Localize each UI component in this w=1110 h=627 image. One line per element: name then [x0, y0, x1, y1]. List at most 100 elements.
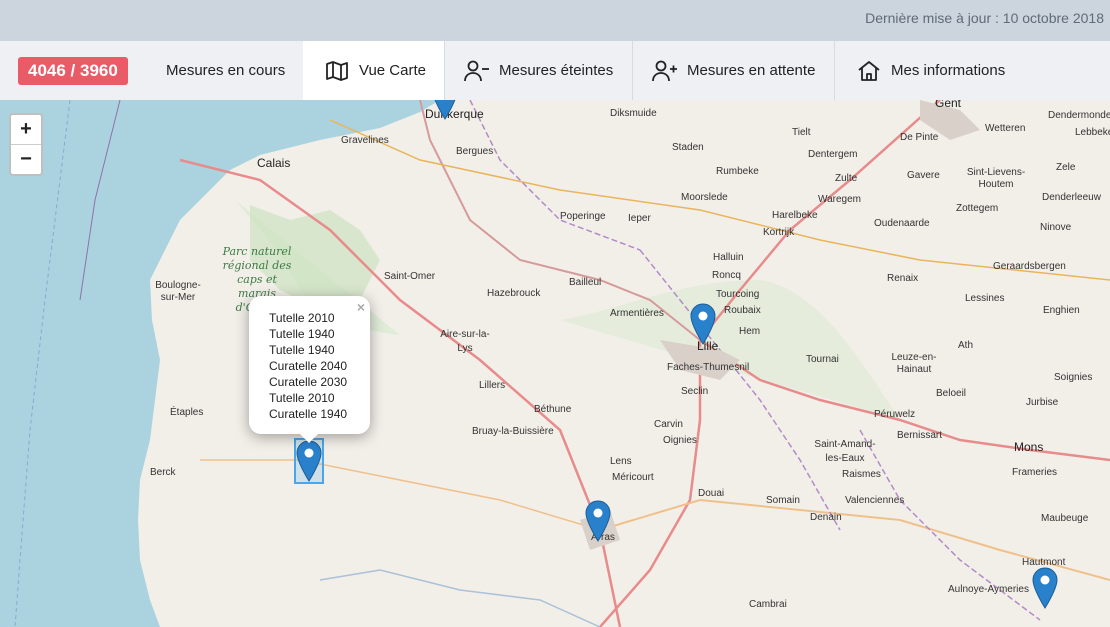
map-marker-icon[interactable]: [1032, 567, 1058, 609]
map-marker-icon[interactable]: [690, 303, 716, 345]
popup-measure-item: Tutelle 2010: [269, 391, 335, 405]
place-label: Douai: [698, 488, 725, 499]
place-label: Dendermonde: [1048, 110, 1110, 121]
place-label: Sint-Lievens-Houtem: [966, 167, 1026, 190]
place-label: Staden: [672, 142, 704, 153]
top-bar: Dernière mise à jour : 10 octobre 2018: [0, 0, 1110, 41]
place-label: Waregem: [818, 194, 861, 205]
map-marker-icon[interactable]: [432, 100, 458, 120]
map-icon: [323, 57, 351, 85]
tab-label: Mesures éteintes: [499, 62, 614, 79]
popup-tip: [299, 433, 319, 443]
place-label: Renaix: [887, 273, 919, 284]
place-label: Dentergem: [808, 149, 858, 160]
tab-mesures-en-attente[interactable]: Mesures en attente: [632, 41, 834, 100]
tab-mes-informations[interactable]: Mes informations: [834, 41, 1022, 100]
place-label: Méricourt: [612, 472, 654, 483]
map-view[interactable]: + − Dunkerque Gravelines Calais Bergues …: [0, 100, 1110, 627]
popup-measure-item: Tutelle 2010: [269, 311, 335, 325]
place-label: Roncq: [712, 270, 741, 281]
place-label: Ieper: [628, 213, 651, 224]
place-label: Aulnoye-Aymeries: [948, 584, 1029, 595]
last-update-text: Dernière mise à jour : 10 octobre 2018: [865, 10, 1104, 26]
place-label: Bruay-la-Buissière: [472, 426, 554, 437]
place-label: Gravelines: [341, 135, 389, 146]
place-label: Ath: [958, 340, 974, 351]
place-label: Calais: [257, 156, 291, 170]
place-label: Saint-Omer: [384, 271, 436, 282]
popup-measure-item: Tutelle 1940: [269, 327, 335, 341]
place-label: Tielt: [792, 127, 811, 138]
place-label: Boulogne-sur-Mer: [155, 280, 201, 303]
place-label: Diksmuide: [610, 108, 657, 119]
place-label: Valenciennes: [845, 495, 905, 506]
place-label: Lessines: [965, 293, 1005, 304]
place-label: Jurbise: [1026, 397, 1059, 408]
place-label: Wetteren: [985, 123, 1026, 134]
navigation-bar: 4046 / 3960 Mesures en cours Vue Carte M…: [0, 41, 1110, 100]
place-label: Leuze-en-Hainaut: [891, 352, 937, 375]
place-label: Beloeil: [936, 388, 967, 399]
place-label: Gavere: [907, 170, 940, 181]
place-label: Geraardsbergen: [993, 261, 1066, 272]
popup-measure-list: Tutelle 2010 Tutelle 1940 Tutelle 1940 C…: [249, 296, 370, 422]
place-label: Armentières: [610, 308, 664, 319]
popup-close-icon[interactable]: ×: [357, 299, 365, 315]
place-label: Kortrijk: [763, 227, 795, 238]
zoom-out-button[interactable]: −: [11, 144, 41, 174]
place-label: Bailleul: [569, 277, 602, 288]
tab-vue-carte[interactable]: Vue Carte: [303, 41, 444, 100]
place-label: Berck: [150, 467, 176, 478]
place-label: Lillers: [479, 380, 506, 391]
user-plus-icon: [651, 57, 679, 85]
tab-mesures-eteintes[interactable]: Mesures éteintes: [444, 41, 632, 100]
place-label: Carvin: [654, 419, 683, 430]
home-icon: [855, 57, 883, 85]
place-label: Denain: [810, 512, 842, 523]
zoom-in-button[interactable]: +: [11, 115, 41, 144]
tab-mesures-en-cours[interactable]: Mesures en cours: [148, 41, 303, 100]
popup-measure-item: Curatelle 2040: [269, 359, 348, 373]
tab-label: Mesures en attente: [687, 62, 816, 79]
place-label: Aire-sur-la-Lys: [440, 329, 490, 354]
map-marker-icon[interactable]: [585, 500, 611, 542]
place-label: Oignies: [663, 435, 697, 446]
place-label: De Pinte: [900, 132, 939, 143]
popup-measure-item: Tutelle 1940: [269, 343, 335, 357]
place-label: Bernissart: [897, 430, 943, 441]
place-label: Mons: [1014, 440, 1044, 454]
tab-label: Mes informations: [891, 62, 1006, 79]
place-label: Soignies: [1054, 372, 1093, 383]
place-label: Roubaix: [724, 305, 761, 316]
place-label: Oudenaarde: [874, 218, 930, 229]
place-label: Denderleeuw: [1042, 192, 1101, 203]
place-label: Hazebrouck: [487, 288, 541, 299]
place-label: Gent: [935, 100, 962, 110]
place-label: Tournai: [806, 354, 839, 365]
selected-map-marker-icon[interactable]: [296, 440, 322, 482]
place-label: Faches-Thumesnil: [667, 362, 750, 373]
place-label: Enghien: [1043, 305, 1080, 316]
place-label: Ninove: [1040, 222, 1072, 233]
tab-label: Vue Carte: [359, 62, 426, 79]
user-minus-icon: [463, 57, 491, 85]
place-label: Étaples: [170, 407, 204, 418]
marker-popup: × Tutelle 2010 Tutelle 1940 Tutelle 1940…: [249, 296, 370, 443]
place-label: Moorslede: [681, 192, 728, 203]
place-label: Hem: [739, 326, 761, 337]
place-label: Béthune: [534, 404, 572, 415]
zoom-control: + −: [9, 113, 43, 176]
place-label: Poperinge: [560, 211, 606, 222]
place-label: Lebbeke: [1075, 127, 1110, 138]
popup-measure-item: Curatelle 2030: [269, 375, 348, 389]
measures-counter-badge: 4046 / 3960: [18, 57, 128, 85]
place-label: Rumbeke: [716, 166, 759, 177]
place-label: Raismes: [842, 469, 881, 480]
place-label: Zottegem: [956, 203, 999, 214]
place-label: Cambrai: [749, 599, 787, 610]
place-label: Péruwelz: [874, 409, 916, 420]
tab-label: Mesures en cours: [166, 62, 286, 79]
place-label: Zele: [1056, 162, 1076, 173]
place-label: Frameries: [1012, 467, 1058, 478]
place-label: Saint-Amand-les-Eaux: [814, 439, 876, 464]
